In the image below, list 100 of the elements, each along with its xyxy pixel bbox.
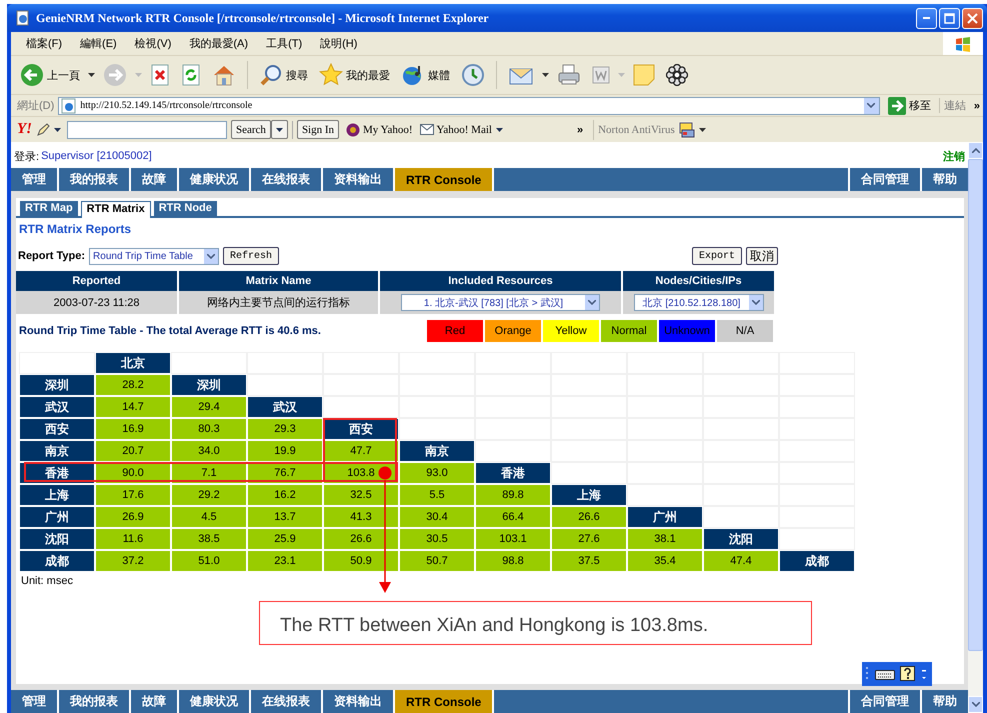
table-cell: 14.7 bbox=[96, 397, 170, 417]
pencil-icon[interactable] bbox=[36, 122, 50, 136]
nav-item[interactable]: 健康状况 bbox=[179, 690, 251, 713]
sign-in-button[interactable]: Sign In bbox=[296, 120, 340, 139]
search-button[interactable]: Search bbox=[231, 120, 271, 139]
column-header: Matrix Name bbox=[178, 271, 379, 291]
nav-item[interactable]: RTR Console bbox=[395, 168, 494, 191]
city-header: 上海 bbox=[552, 485, 626, 505]
more-chevron[interactable]: » bbox=[576, 124, 584, 136]
table-cell: 29.4 bbox=[172, 397, 246, 417]
dropdown-caret-icon[interactable] bbox=[496, 128, 503, 132]
nav-item[interactable]: 帮助 bbox=[922, 168, 968, 191]
table-cell: 93.0 bbox=[400, 463, 474, 483]
nav-item[interactable]: 管理 bbox=[11, 690, 59, 713]
table-cell: 11.6 bbox=[96, 529, 170, 549]
nav-item[interactable]: 合同管理 bbox=[850, 690, 922, 713]
cancel-button[interactable]: 取消 bbox=[746, 247, 778, 265]
document-icon bbox=[592, 66, 610, 84]
yahoo-mail-link[interactable]: Yahoo! Mail bbox=[420, 124, 492, 136]
menu-item[interactable]: 說明(H) bbox=[311, 36, 366, 51]
tab[interactable]: RTR Node bbox=[154, 201, 217, 216]
go-arrow-icon bbox=[888, 96, 906, 114]
nav-item[interactable]: 在线报表 bbox=[251, 690, 323, 713]
nav-item[interactable]: 故障 bbox=[131, 690, 179, 713]
table-cell: 4.5 bbox=[172, 507, 246, 527]
table-cell: 66.4 bbox=[476, 507, 550, 527]
dropdown-caret-icon[interactable] bbox=[542, 73, 549, 77]
stop-icon bbox=[150, 64, 170, 86]
scroll-down-button[interactable] bbox=[968, 696, 983, 713]
table-cell: 19.9 bbox=[248, 441, 322, 461]
table-cell: 47.7 bbox=[324, 441, 398, 461]
go-button[interactable]: 移至 bbox=[884, 96, 935, 114]
yahoo-logo[interactable]: Y! bbox=[17, 121, 32, 138]
legend-item: Normal bbox=[601, 320, 657, 342]
yahoo-badge-icon bbox=[346, 122, 360, 136]
options-icon[interactable] bbox=[921, 667, 927, 681]
maximize-button[interactable] bbox=[939, 8, 960, 28]
table-cell: 38.5 bbox=[172, 529, 246, 549]
tab[interactable]: RTR Map bbox=[20, 201, 78, 216]
search-field[interactable] bbox=[67, 120, 227, 138]
legend-item: Yellow bbox=[543, 320, 599, 342]
table-cell: 34.0 bbox=[172, 441, 246, 461]
table-cell: 13.7 bbox=[248, 507, 322, 527]
back-button[interactable]: 上一頁 bbox=[17, 63, 83, 87]
dropdown-button[interactable] bbox=[270, 120, 288, 139]
dropdown[interactable]: 北京 [210.52.128.180] bbox=[634, 294, 764, 311]
table-cell: 30.4 bbox=[400, 507, 474, 527]
nav-item[interactable]: RTR Console bbox=[395, 690, 494, 713]
address-field[interactable]: http://210.52.149.145/rtrconsole/rtrconsole bbox=[58, 96, 880, 114]
login-label: 登录: bbox=[14, 150, 40, 164]
table-cell: 50.7 bbox=[400, 551, 474, 571]
city-header: 香港 bbox=[476, 463, 550, 483]
media-button[interactable]: 媒體 bbox=[398, 63, 453, 87]
menu-item[interactable]: 檢視(V) bbox=[126, 36, 180, 51]
table-cell: 27.6 bbox=[552, 529, 626, 549]
table-cell: 2003-07-23 11:28 bbox=[16, 291, 178, 314]
menu-item[interactable]: 我的最愛(A) bbox=[180, 36, 258, 51]
help-icon[interactable] bbox=[900, 666, 916, 682]
refresh-button[interactable]: Refresh bbox=[223, 247, 280, 265]
table-cell: 17.6 bbox=[96, 485, 170, 505]
keyboard-icon[interactable] bbox=[875, 668, 895, 680]
dropdown[interactable]: Round Trip Time Table bbox=[89, 248, 220, 264]
table-cell: 26.6 bbox=[552, 507, 626, 527]
norton-icon[interactable] bbox=[678, 122, 695, 138]
ie-page-icon bbox=[15, 10, 31, 26]
dropdown-caret-icon[interactable] bbox=[88, 73, 95, 77]
caret-icon bbox=[972, 702, 980, 707]
legend-item: N/A bbox=[717, 320, 773, 342]
menu-item[interactable]: 檔案(F) bbox=[17, 36, 72, 51]
more-chevron[interactable]: » bbox=[974, 100, 983, 112]
nav-item[interactable]: 帮助 bbox=[922, 690, 968, 713]
my-yahoo-link[interactable]: My Yahoo! bbox=[346, 122, 413, 136]
clock-icon bbox=[461, 63, 485, 87]
table-cell: 25.9 bbox=[248, 529, 322, 549]
scroll-up-button[interactable] bbox=[968, 142, 983, 159]
city-header: 沈阳 bbox=[704, 529, 778, 549]
menu-item[interactable]: 編輯(E) bbox=[71, 36, 126, 51]
dropdown[interactable]: 1. 北京-武汉 [783] [北京 > 武汉] bbox=[401, 294, 600, 311]
links-label[interactable]: 連結 bbox=[938, 98, 970, 113]
table-cell: 51.0 bbox=[172, 551, 246, 571]
search-button[interactable]: 搜尋 bbox=[256, 63, 311, 87]
table-cell: 50.9 bbox=[324, 551, 398, 571]
nav-item[interactable]: 我的报表 bbox=[59, 690, 131, 713]
city-header: 深圳 bbox=[172, 375, 246, 395]
dropdown-caret-icon[interactable] bbox=[698, 128, 706, 132]
export-button[interactable]: Export bbox=[692, 247, 742, 265]
norton-label[interactable]: Norton AntiVirus bbox=[598, 124, 675, 136]
language-bar[interactable] bbox=[862, 662, 932, 686]
tab[interactable]: RTR Matrix bbox=[80, 201, 151, 218]
table-cell: 26.6 bbox=[324, 529, 398, 549]
flower-button[interactable] bbox=[663, 64, 691, 86]
column-header: Included Resources bbox=[379, 271, 622, 291]
close-button[interactable] bbox=[962, 8, 983, 28]
logout-link[interactable]: 注销 bbox=[943, 148, 965, 164]
favorites-button[interactable]: 我的最愛 bbox=[316, 63, 393, 87]
dropdown-caret-icon[interactable] bbox=[54, 128, 61, 132]
menu-item[interactable]: 工具(T) bbox=[257, 36, 312, 51]
close-icon bbox=[967, 12, 978, 24]
ie-page-icon bbox=[61, 98, 78, 114]
minimize-button[interactable] bbox=[916, 8, 937, 28]
